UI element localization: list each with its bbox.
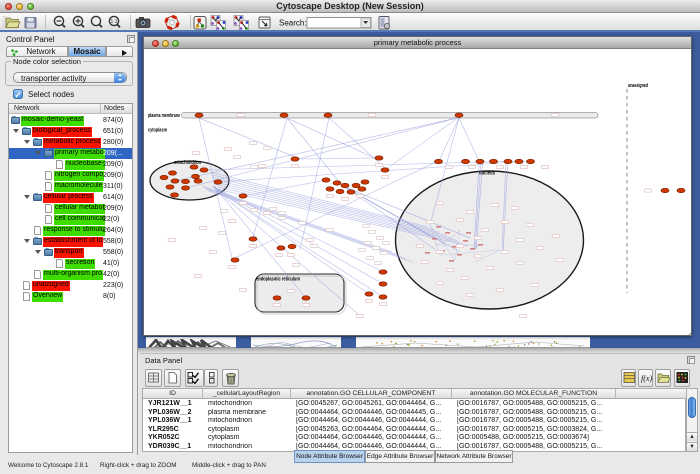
svg-text:1:1: 1:1 (111, 19, 118, 25)
svg-text:plasma membrane: plasma membrane (148, 113, 180, 119)
svg-text:endoplasmic reticulum: endoplasmic reticulum (256, 277, 300, 283)
svg-text:cytoplasm: cytoplasm (148, 128, 167, 134)
svg-text:mitochondrion: mitochondrion (174, 160, 201, 166)
svg-text:f(x): f(x) (641, 374, 652, 383)
svg-text:nucleus: nucleus (479, 171, 495, 177)
svg-text:unassigned: unassigned (628, 83, 648, 89)
svg-text:Search:: Search: (279, 18, 307, 27)
